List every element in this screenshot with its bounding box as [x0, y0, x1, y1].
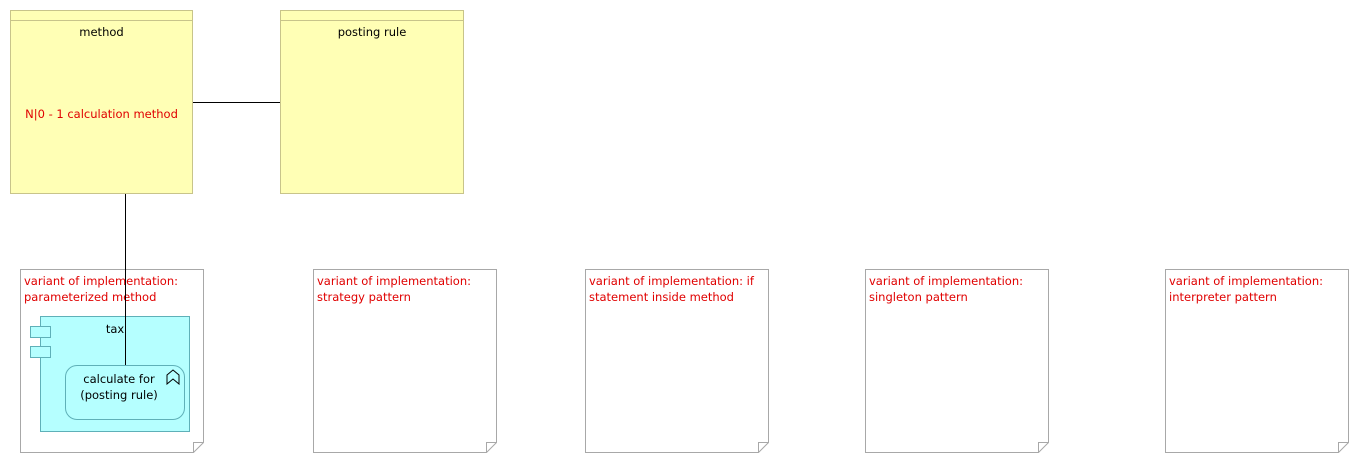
connector-lines: [125, 102, 280, 365]
